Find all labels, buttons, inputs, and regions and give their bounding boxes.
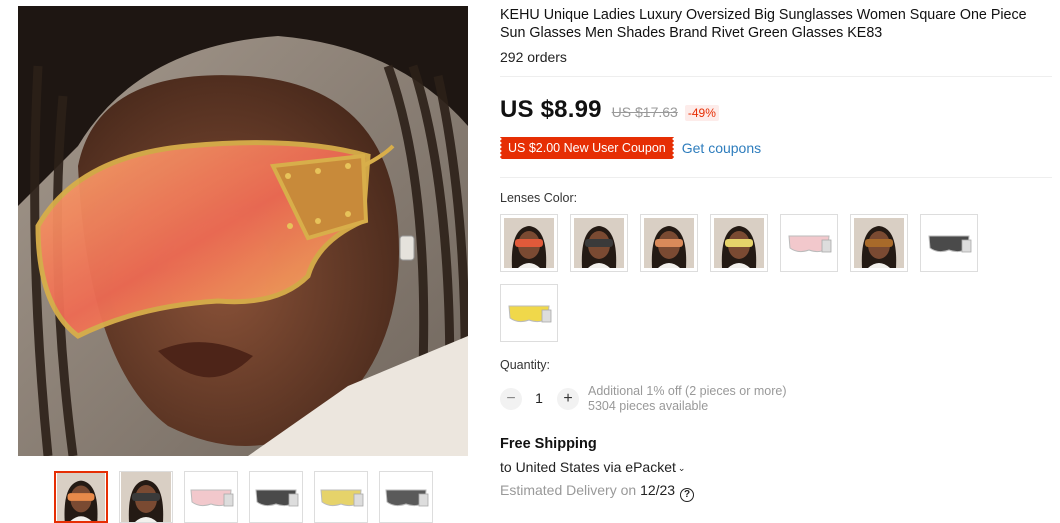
gallery-thumbnail[interactable]	[249, 471, 303, 523]
main-product-image[interactable]	[18, 6, 468, 456]
gallery-thumbnail[interactable]	[379, 471, 433, 523]
quantity-decrease-button[interactable]: −	[500, 388, 522, 410]
quantity-label: Quantity:	[500, 358, 551, 372]
chevron-down-icon[interactable]: ⌄	[678, 463, 686, 473]
lens-color-swatch[interactable]	[500, 214, 558, 272]
order-count: 292 orders	[500, 49, 567, 65]
original-price: US $17.63	[611, 104, 678, 120]
divider	[500, 76, 1052, 77]
stock-available: 5304 pieces available	[588, 399, 709, 413]
lens-color-swatch[interactable]	[640, 214, 698, 272]
lenses-color-label: Lenses Color:	[500, 191, 578, 205]
gallery-thumbnail[interactable]	[314, 471, 368, 523]
new-user-coupon[interactable]: US $2.00 New User Coupon	[498, 137, 676, 159]
divider	[500, 177, 1052, 178]
lens-color-swatch[interactable]	[920, 214, 978, 272]
quantity-increase-button[interactable]: +	[557, 388, 579, 410]
product-title: KEHU Unique Ladies Luxury Oversized Big …	[500, 7, 1027, 41]
lens-color-swatch[interactable]	[850, 214, 908, 272]
delivery-prefix: Estimated Delivery on	[500, 482, 641, 498]
lens-color-swatch[interactable]	[500, 284, 558, 342]
model-photo	[18, 6, 468, 456]
get-coupons-link[interactable]: Get coupons	[682, 140, 761, 156]
bulk-discount-note: Additional 1% off (2 pieces or more)	[588, 384, 787, 398]
delivery-date: 12/23	[640, 482, 676, 498]
shipping-title: Free Shipping	[500, 436, 597, 452]
gallery-thumbnail[interactable]	[119, 471, 173, 523]
help-icon[interactable]: ?	[680, 488, 695, 502]
estimated-delivery: Estimated Delivery on 12/23?	[500, 482, 695, 502]
lens-color-swatch[interactable]	[710, 214, 768, 272]
discount-badge: -49%	[684, 105, 719, 121]
shipping-destination-text[interactable]: to United States via ePacket	[500, 459, 676, 475]
coupon-row: US $2.00 New User Coupon Get coupons	[498, 136, 761, 160]
gallery-thumbnail[interactable]	[184, 471, 238, 523]
lens-color-swatch[interactable]	[780, 214, 838, 272]
quantity-note: Additional 1% off (2 pieces or more) 530…	[588, 384, 786, 414]
quantity-value[interactable]: 1	[531, 390, 547, 406]
price-row: US $8.99 US $17.63 -49%	[500, 96, 719, 126]
lens-color-swatch[interactable]	[570, 214, 628, 272]
shipping-destination[interactable]: to United States via ePacket ⌄	[500, 459, 685, 475]
current-price: US $8.99	[500, 96, 602, 123]
gallery-thumbnail[interactable]	[54, 471, 108, 523]
